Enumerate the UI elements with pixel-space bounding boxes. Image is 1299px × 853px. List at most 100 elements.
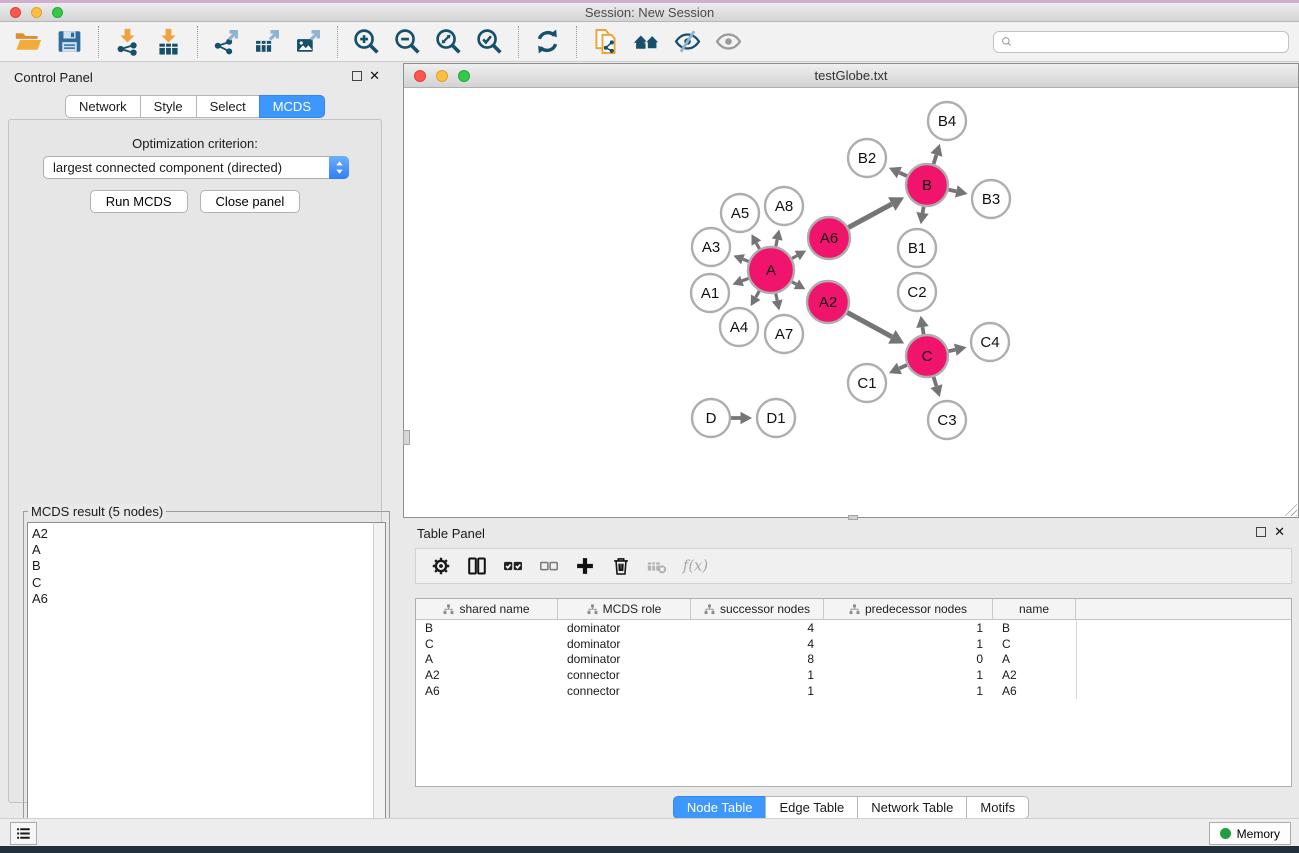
table-row[interactable]: A2connector11A2 [416, 667, 1291, 683]
close-panel-icon[interactable]: ✕ [369, 68, 380, 84]
criterion-dropdown[interactable]: largest connected component (directed) [43, 156, 349, 179]
zoom-out-icon [393, 27, 422, 56]
close-panel-icon[interactable]: ✕ [1274, 524, 1285, 540]
mcds-result-item[interactable]: C [32, 575, 373, 591]
table-row[interactable]: Cdominator41C [416, 636, 1291, 652]
column-header-predecessor-nodes[interactable]: predecessor nodes [824, 599, 993, 619]
gear-button[interactable] [426, 551, 456, 581]
network-node-A7[interactable]: A7 [765, 315, 803, 353]
network-node-A3[interactable]: A3 [692, 228, 730, 266]
svg-text:f(x): f(x) [682, 558, 708, 575]
network-node-A2[interactable]: A2 [807, 281, 849, 323]
network-node-A1[interactable]: A1 [691, 274, 729, 312]
zoom-selected-button[interactable] [469, 24, 510, 60]
tab-network-table[interactable]: Network Table [857, 796, 967, 819]
function-builder-button[interactable]: f(x) [678, 551, 708, 581]
new-network-from-selection-button[interactable] [585, 24, 626, 60]
export-image-button[interactable] [288, 24, 329, 60]
close-traffic-light[interactable] [10, 7, 21, 18]
save-icon [55, 27, 84, 56]
mcds-result-list[interactable]: A2ABCA6 [27, 522, 373, 853]
refresh-button[interactable] [527, 24, 568, 60]
node-label: B4 [938, 113, 956, 130]
network-node-A8[interactable]: A8 [765, 187, 803, 225]
mcds-result-item[interactable]: A6 [32, 591, 373, 607]
tab-edge-table[interactable]: Edge Table [765, 796, 858, 819]
import-network-button[interactable] [107, 24, 148, 60]
column-header-shared-name[interactable]: shared name [416, 599, 558, 619]
network-minimize-traffic-light[interactable] [436, 70, 448, 82]
table-row[interactable]: Bdominator41B [416, 620, 1291, 636]
network-close-traffic-light[interactable] [414, 70, 426, 82]
network-window-titlebar[interactable]: testGlobe.txt [404, 64, 1298, 88]
tab-motifs[interactable]: Motifs [966, 796, 1029, 819]
cell: C [416, 637, 558, 651]
column-header-MCDS-role[interactable]: MCDS role [558, 599, 691, 619]
tab-style[interactable]: Style [140, 95, 197, 118]
float-panel-icon[interactable] [1256, 527, 1266, 537]
network-node-C4[interactable]: C4 [971, 323, 1009, 361]
select-all-button[interactable] [498, 551, 528, 581]
table-row[interactable]: A6connector11A6 [416, 683, 1291, 699]
network-node-B[interactable]: B [906, 164, 948, 206]
panel-list-button[interactable] [10, 822, 37, 845]
mcds-result-scrollbar[interactable] [373, 522, 386, 853]
zoom-traffic-light[interactable] [52, 7, 63, 18]
import-table-button[interactable] [148, 24, 189, 60]
export-table-button[interactable] [247, 24, 288, 60]
column-header-name[interactable]: name [993, 599, 1076, 619]
minimize-traffic-light[interactable] [31, 7, 42, 18]
network-node-C1[interactable]: C1 [848, 364, 886, 402]
network-node-D1[interactable]: D1 [757, 399, 795, 437]
tab-node-table[interactable]: Node Table [673, 796, 767, 819]
network-node-B2[interactable]: B2 [848, 139, 886, 177]
network-node-B3[interactable]: B3 [972, 180, 1010, 218]
float-panel-icon[interactable] [352, 71, 362, 81]
search-input[interactable] [1018, 35, 1282, 49]
network-node-A4[interactable]: A4 [720, 308, 758, 346]
zoom-fit-button[interactable] [428, 24, 469, 60]
save-button[interactable] [49, 24, 90, 60]
column-header-successor-nodes[interactable]: successor nodes [691, 599, 824, 619]
cell: 1 [691, 684, 824, 698]
tab-network[interactable]: Network [65, 95, 141, 118]
network-node-A[interactable]: A [748, 247, 794, 293]
network-node-A6[interactable]: A6 [808, 217, 850, 259]
split-columns-button[interactable] [462, 551, 492, 581]
tab-mcds[interactable]: MCDS [259, 95, 325, 118]
memory-button[interactable]: Memory [1209, 822, 1291, 845]
tab-select[interactable]: Select [196, 95, 260, 118]
network-zoom-traffic-light[interactable] [458, 70, 470, 82]
delete-column-button[interactable] [606, 551, 636, 581]
open-folder-button[interactable] [8, 24, 49, 60]
mcds-result-item[interactable]: A [32, 542, 373, 558]
delete-table-button[interactable] [642, 551, 672, 581]
hide-selected-button[interactable] [667, 24, 708, 60]
search-field[interactable] [993, 31, 1289, 53]
function-builder-icon: f(x) [678, 555, 708, 577]
node-label: C2 [907, 284, 926, 301]
network-canvas[interactable]: B4 B2 B B3 A5A8A6 A3 B1 A A1 C2 A2 A4A7 C C4 C1 D D1 C3 [404, 88, 1298, 517]
table-row[interactable]: Adominator80A [416, 652, 1291, 668]
network-node-A5[interactable]: A5 [721, 194, 759, 232]
network-node-B1[interactable]: B1 [898, 229, 936, 267]
network-node-C2[interactable]: C2 [898, 273, 936, 311]
export-network-button[interactable] [206, 24, 247, 60]
control-panel-titlebar: Control Panel ✕ [0, 62, 390, 90]
network-node-C3[interactable]: C3 [928, 401, 966, 439]
close-panel-button[interactable]: Close panel [200, 190, 301, 213]
deselect-all-button[interactable] [534, 551, 564, 581]
mcds-result-item[interactable]: A2 [32, 526, 373, 542]
divider-grip[interactable] [403, 430, 410, 445]
zoom-in-button[interactable] [346, 24, 387, 60]
zoom-out-button[interactable] [387, 24, 428, 60]
network-node-D[interactable]: D [692, 399, 730, 437]
network-node-C[interactable]: C [906, 335, 948, 377]
network-node-B4[interactable]: B4 [928, 102, 966, 140]
run-mcds-button[interactable]: Run MCDS [90, 190, 188, 213]
add-column-button[interactable] [570, 551, 600, 581]
show-all-button[interactable] [708, 24, 749, 60]
mcds-result-item[interactable]: B [32, 558, 373, 574]
cell: C [993, 637, 1076, 651]
home-button[interactable] [626, 24, 667, 60]
